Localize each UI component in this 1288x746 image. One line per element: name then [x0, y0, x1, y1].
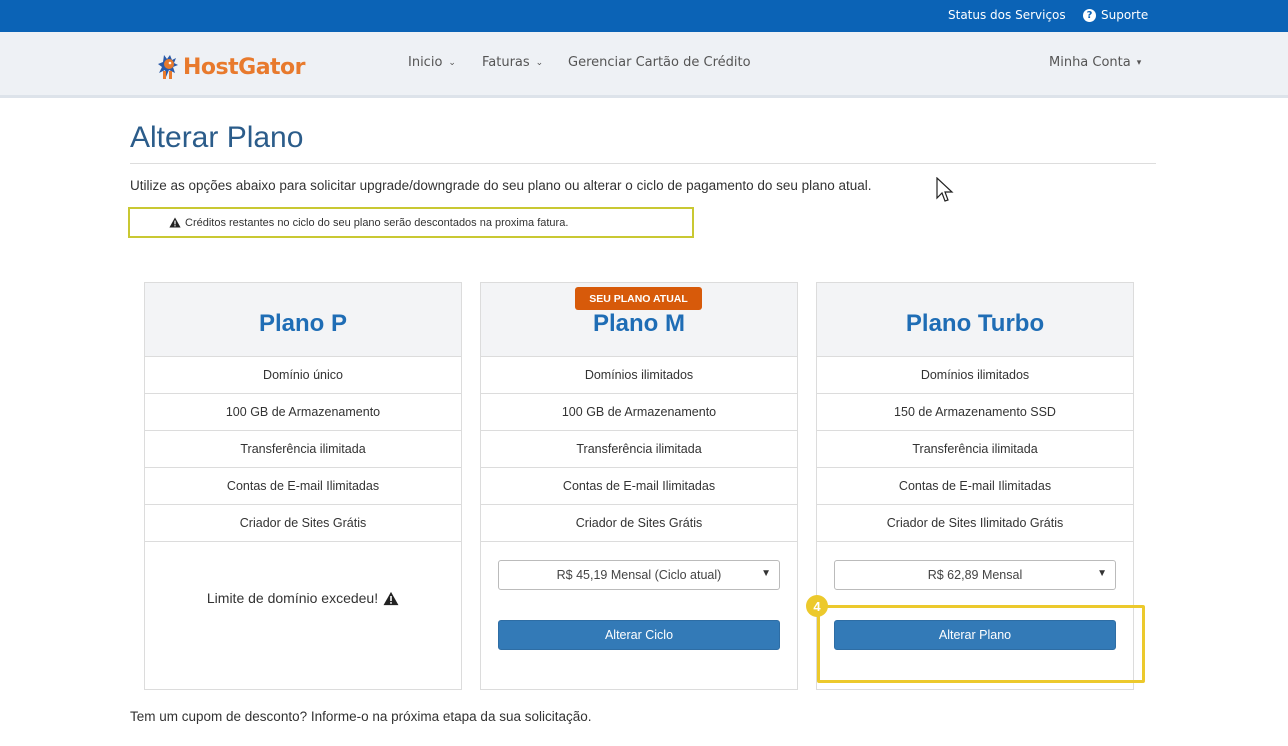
- feature-row: Transferência ilimitada: [145, 431, 461, 468]
- select-value: R$ 45,19 Mensal (Ciclo atual): [556, 568, 722, 582]
- plan-footer: R$ 62,89 Mensal ▼ Alterar Plano: [817, 542, 1133, 682]
- feature-row: Criador de Sites Grátis: [145, 505, 461, 542]
- step-number-badge: 4: [806, 595, 828, 617]
- feature-row: Contas de E-mail Ilimitadas: [481, 468, 797, 505]
- feature-row: Domínios ilimitados: [481, 357, 797, 394]
- plan-card-p: Plano P Domínio único 100 GB de Armazena…: [144, 282, 462, 690]
- feature-row: Criador de Sites Grátis: [481, 505, 797, 542]
- chevron-down-icon: ⌄: [535, 57, 544, 68]
- chevron-down-icon: ▼: [761, 568, 771, 579]
- plan-card-m: Plano M Domínios ilimitados 100 GB de Ar…: [480, 282, 798, 690]
- plan-footer: R$ 45,19 Mensal (Ciclo atual) ▼ Alterar …: [481, 542, 797, 682]
- support-label: Suporte: [1101, 8, 1149, 22]
- billing-cycle-select[interactable]: R$ 45,19 Mensal (Ciclo atual) ▼: [498, 560, 780, 590]
- plan-footer: Limite de domínio excedeu!: [145, 542, 461, 682]
- nav-gerenciar-cartao[interactable]: Gerenciar Cartão de Crédito: [568, 55, 751, 70]
- plan-card-turbo: Plano Turbo Domínios ilimitados 150 de A…: [816, 282, 1134, 690]
- feature-row: Contas de E-mail Ilimitadas: [145, 468, 461, 505]
- feature-row: Transferência ilimitada: [481, 431, 797, 468]
- nav-inicio[interactable]: Inicio ⌄: [408, 55, 456, 70]
- change-cycle-button[interactable]: Alterar Ciclo: [498, 620, 780, 650]
- coupon-note: Tem um cupom de desconto? Informe-o na p…: [130, 709, 592, 724]
- plan-header: Plano Turbo: [817, 283, 1133, 357]
- feature-row: Criador de Sites Ilimitado Grátis: [817, 505, 1133, 542]
- domain-limit-message: Limite de domínio excedeu!: [145, 590, 461, 606]
- status-services-link[interactable]: Status dos Serviços: [948, 8, 1066, 22]
- top-bar: Status dos Serviços ? Suporte: [0, 0, 1288, 32]
- main-navbar: HostGator Inicio ⌄ Faturas ⌄ Gerenciar C…: [0, 32, 1288, 98]
- plan-title: Plano Turbo: [905, 309, 1045, 337]
- plan-price-select[interactable]: R$ 62,89 Mensal ▼: [834, 560, 1116, 590]
- page-title: Alterar Plano: [130, 121, 304, 154]
- nav-faturas[interactable]: Faturas ⌄: [482, 55, 543, 70]
- hostgator-logo[interactable]: HostGator: [156, 53, 306, 81]
- nav-faturas-label: Faturas: [482, 55, 530, 70]
- nav-minha-conta-label: Minha Conta: [1049, 55, 1131, 70]
- alert-text: Créditos restantes no ciclo do seu plano…: [185, 216, 569, 229]
- chevron-down-icon: ▼: [1097, 568, 1107, 579]
- intro-text: Utilize as opções abaixo para solicitar …: [130, 178, 872, 193]
- warning-icon: [169, 217, 181, 228]
- support-link[interactable]: ? Suporte: [1083, 8, 1148, 22]
- feature-row: Contas de E-mail Ilimitadas: [817, 468, 1133, 505]
- chevron-down-icon: ⌄: [448, 57, 456, 68]
- title-divider: [130, 163, 1156, 164]
- feature-row: Domínios ilimitados: [817, 357, 1133, 394]
- gator-logo-icon: [158, 55, 178, 79]
- feature-row: Domínio único: [145, 357, 461, 394]
- question-circle-icon: ?: [1083, 8, 1096, 22]
- warning-icon: [383, 591, 399, 605]
- credits-alert: Créditos restantes no ciclo do seu plano…: [128, 207, 694, 238]
- nav-minha-conta[interactable]: Minha Conta ▾: [1049, 55, 1141, 70]
- feature-row: 100 GB de Armazenamento: [145, 394, 461, 431]
- caret-down-icon: ▾: [1136, 57, 1142, 68]
- select-value: R$ 62,89 Mensal: [927, 568, 1023, 582]
- current-plan-badge: SEU PLANO ATUAL: [575, 287, 702, 310]
- logo-text: HostGator: [183, 54, 306, 80]
- nav-gerenciar-cartao-label: Gerenciar Cartão de Crédito: [568, 55, 751, 70]
- feature-row: 100 GB de Armazenamento: [481, 394, 797, 431]
- feature-row: Transferência ilimitada: [817, 431, 1133, 468]
- change-plan-button[interactable]: Alterar Plano: [834, 620, 1116, 650]
- mouse-cursor-icon: [936, 177, 954, 202]
- domain-limit-text: Limite de domínio excedeu!: [206, 590, 379, 606]
- feature-row: 150 de Armazenamento SSD: [817, 394, 1133, 431]
- plan-title: Plano P: [258, 309, 348, 337]
- nav-inicio-label: Inicio: [408, 55, 443, 70]
- plan-header: Plano P: [145, 283, 461, 357]
